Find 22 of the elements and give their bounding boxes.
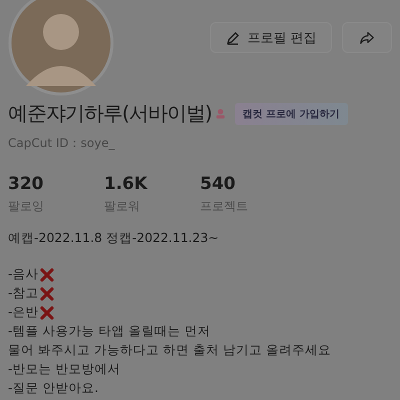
profile-name: 예준쟈기하루(서바이벌) [8,100,212,127]
edit-profile-button[interactable]: 프로필 편집 [210,22,332,53]
stat-value: 1.6K [104,174,149,194]
share-button[interactable] [342,22,392,53]
bio-line: -템플 사용가능 타앱 올릴때는 먼저 [8,323,210,340]
bio-line: -반모는 반모방에서 [8,361,120,378]
join-pro-button[interactable]: 캡컷 프로에 가입하기 [234,102,348,124]
pencil-icon [225,30,242,46]
cross-icon [40,286,54,300]
bio-line: -은반 [8,304,39,321]
cross-icon [40,306,54,320]
capcut-id: CapCut ID：soye_ [8,135,116,152]
stat-value: 540 [200,174,236,194]
bio-line: 예캡-2022.11.8 정캡-2022.11.23~ [8,230,219,247]
bio-line: -참고 [8,285,39,302]
share-icon [359,30,375,46]
stat-value: 320 [8,174,44,194]
bio-line: -질문 안받아요. [8,380,98,397]
bio-line: 물어 봐주시고 가능하다고 하면 출처 남기고 올려주세요 [8,342,331,359]
bio-line: -음사 [8,266,39,283]
cross-icon [40,268,54,282]
person-icon [216,108,225,119]
